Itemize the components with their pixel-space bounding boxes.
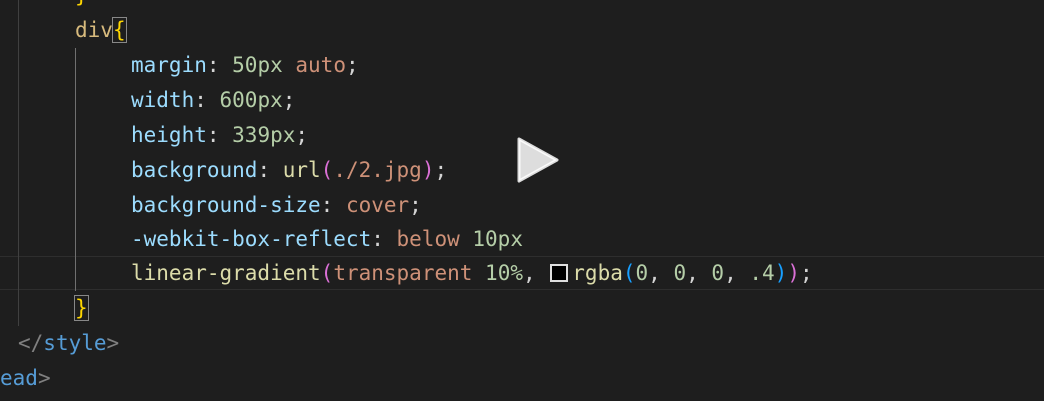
semicolon: ;: [434, 158, 448, 182]
close-brace: }: [74, 295, 89, 321]
colon: :: [257, 158, 283, 182]
semicolon: ;: [345, 53, 359, 77]
property-name: background: [131, 158, 258, 182]
semicolon: ;: [282, 88, 296, 112]
rgba-open-paren: (: [622, 261, 636, 285]
colon: :: [206, 123, 233, 147]
selector-div: div: [75, 18, 113, 42]
keyword-value: auto: [295, 53, 346, 77]
number-value: 10%: [485, 261, 523, 285]
comma: ,: [724, 261, 750, 285]
close-paren: ): [421, 158, 435, 182]
close-paren: ): [787, 261, 800, 285]
keyword-value: below: [396, 227, 460, 251]
rgba-arg: .4: [749, 261, 775, 285]
code-line-background-size[interactable]: background-size: cover;: [0, 188, 1044, 223]
color-swatch-icon[interactable]: [550, 264, 569, 282]
code-line-box-reflect[interactable]: -webkit-box-reflect: below 10px: [0, 222, 1044, 257]
colon: :: [320, 193, 346, 217]
code-line-head-close[interactable]: ead>: [0, 361, 1044, 396]
play-icon[interactable]: [515, 137, 561, 183]
semicolon: ;: [295, 123, 309, 147]
rgba-arg: 0: [673, 261, 687, 285]
function-name: url: [282, 158, 321, 182]
open-paren: (: [320, 158, 334, 182]
code-line-prev-brace[interactable]: }: [0, 0, 1044, 13]
closing-brace: }: [75, 0, 88, 7]
keyword-value: cover: [345, 193, 410, 217]
html-tag-name: ead: [0, 366, 38, 390]
url-value: ./2.jpg: [333, 158, 422, 182]
property-name: -webkit-box-reflect: [131, 227, 372, 251]
property-name: width: [131, 88, 195, 112]
semicolon: ;: [409, 193, 422, 217]
property-name: height: [131, 123, 207, 147]
code-editor[interactable]: } div{ margin: 50px auto; width: 600px; …: [0, 0, 1044, 401]
code-line-margin[interactable]: margin: 50px auto;: [0, 48, 1044, 83]
code-line-gradient[interactable]: linear-gradient(transparent 10%, rgba(0,…: [0, 256, 1044, 291]
function-name: linear-gradient: [131, 261, 321, 285]
comma: ,: [686, 261, 712, 285]
code-line-selector[interactable]: div{: [0, 13, 1044, 48]
code-line-style-close[interactable]: </style>: [0, 326, 1044, 361]
colon: :: [194, 88, 220, 112]
semicolon: ;: [799, 261, 813, 285]
rgba-function: rgba: [572, 261, 623, 285]
number-value: 10px: [472, 227, 523, 251]
code-line-width[interactable]: width: 600px;: [0, 83, 1044, 118]
rgba-arg: 0: [711, 261, 725, 285]
property-name: background-size: [131, 193, 321, 217]
open-brace: {: [111, 17, 127, 43]
comma: ,: [648, 261, 674, 285]
tag-close-bracket: >: [37, 366, 51, 390]
open-paren: (: [320, 261, 334, 285]
rgba-close-paren: ): [774, 261, 788, 285]
colon: :: [371, 227, 397, 251]
number-value: 339px: [232, 123, 296, 147]
colon: :: [206, 53, 233, 77]
tag-close-bracket: >: [106, 331, 120, 355]
keyword-value: transparent: [333, 261, 473, 285]
number-value: 50px: [232, 53, 283, 77]
html-tag-name: style: [43, 331, 107, 355]
tag-open-bracket: </: [18, 331, 44, 355]
code-line-close-brace[interactable]: }: [0, 291, 1044, 326]
number-value: 600px: [219, 88, 283, 112]
property-name: margin: [131, 53, 207, 77]
comma: ,: [522, 261, 549, 285]
rgba-arg: 0: [635, 261, 649, 285]
